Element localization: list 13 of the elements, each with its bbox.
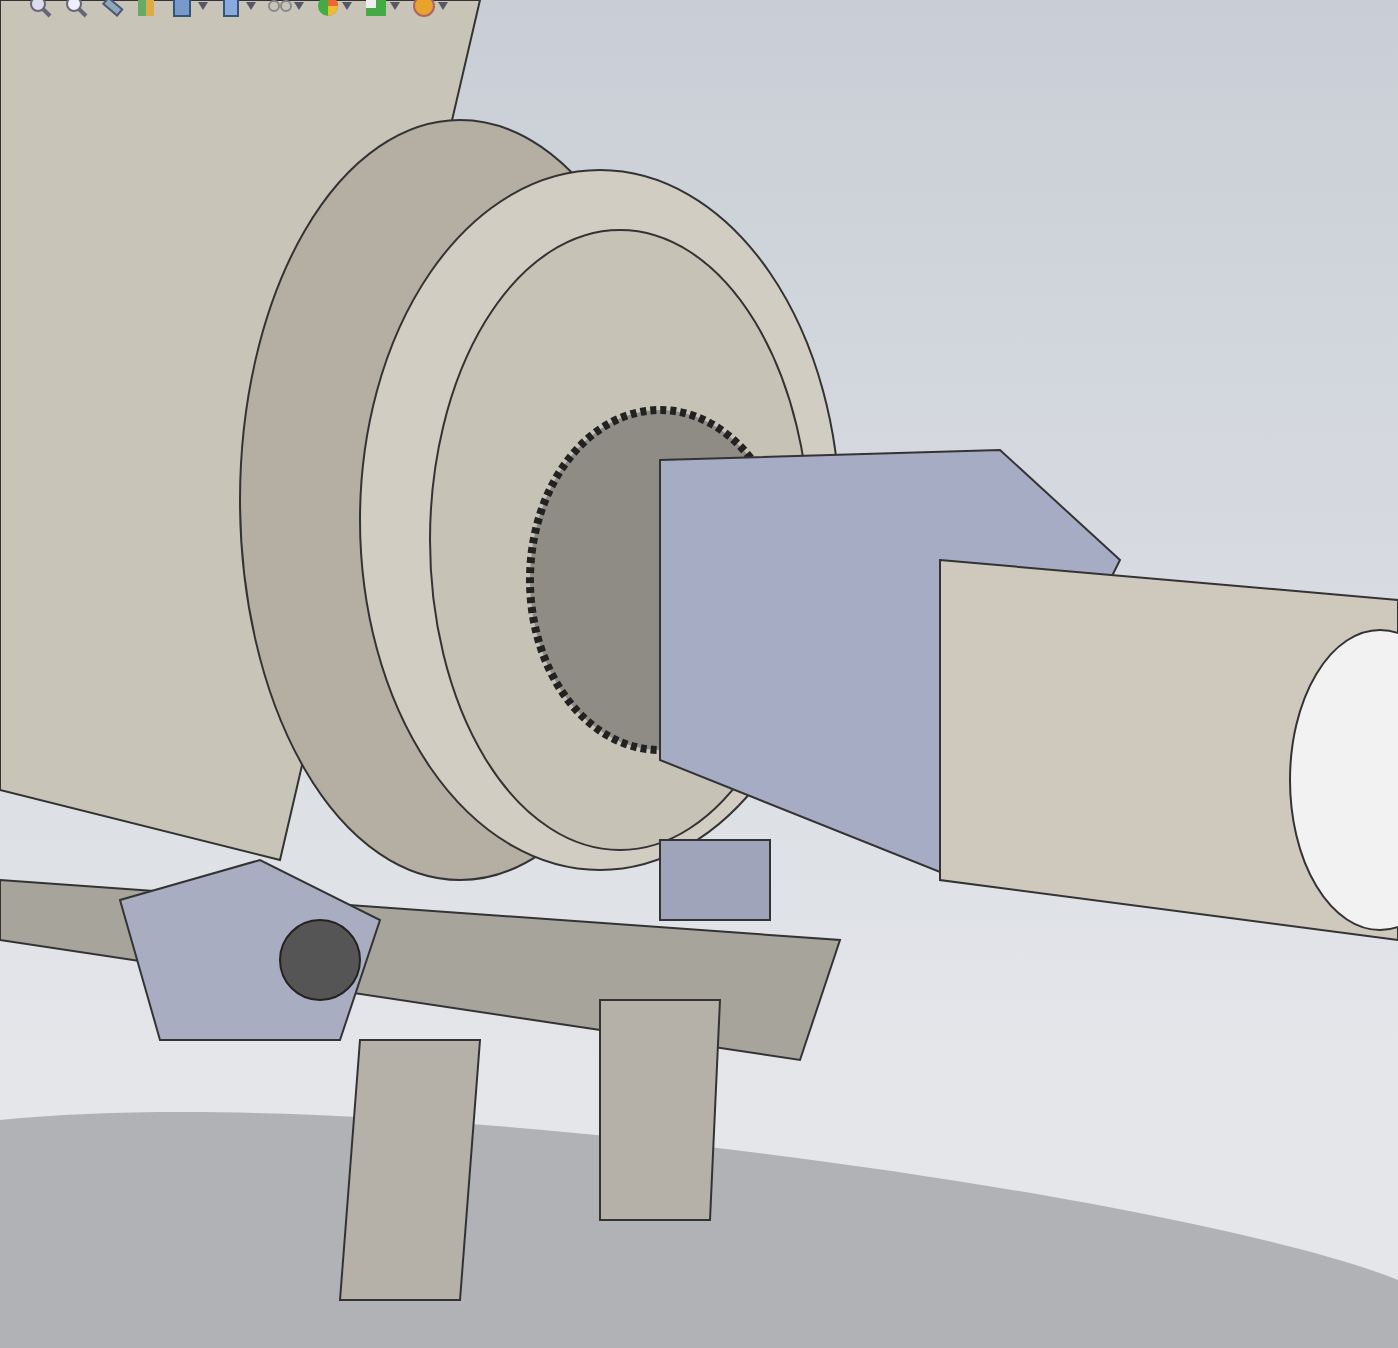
section-icon	[136, 0, 160, 18]
zoom-area-tool[interactable]	[28, 0, 52, 18]
display-tool[interactable]	[172, 0, 208, 18]
display-icon	[172, 0, 196, 18]
glasses-tool[interactable]	[268, 0, 304, 18]
pencil-icon	[100, 0, 124, 18]
pencil-tool[interactable]	[100, 0, 124, 18]
zoom-tool[interactable]	[64, 0, 88, 18]
zoom-area-icon	[28, 0, 52, 18]
sun-tool[interactable]	[412, 0, 448, 18]
zoom-icon	[64, 0, 88, 18]
glasses-icon	[268, 0, 292, 18]
sun-icon	[412, 0, 436, 18]
